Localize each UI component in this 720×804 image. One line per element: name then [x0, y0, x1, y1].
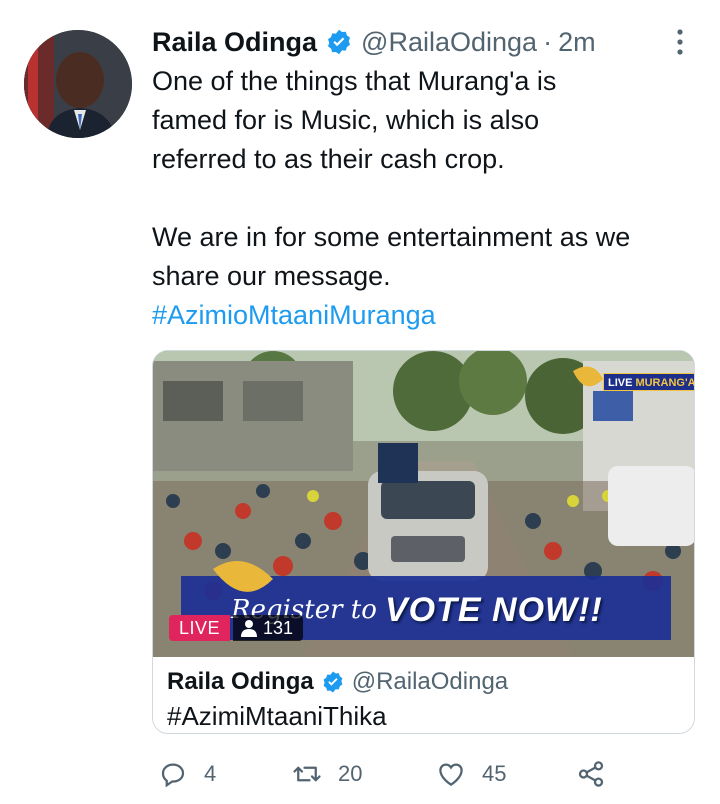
tweet-timestamp[interactable]: 2m	[558, 27, 596, 58]
retweet-button[interactable]: 20	[292, 756, 362, 792]
quoted-author-handle[interactable]: @RailaOdinga	[352, 668, 508, 696]
tweet-action-bar: 4 20 45	[152, 756, 622, 792]
author-avatar[interactable]	[24, 30, 132, 138]
retweet-icon	[293, 766, 321, 782]
tweet-header: Raila Odinga @RailaOdinga · 2m	[152, 22, 596, 62]
person-icon	[241, 620, 257, 637]
like-button[interactable]: 45	[436, 756, 506, 792]
reply-button[interactable]: 4	[158, 756, 216, 792]
live-video-thumbnail[interactable]: Register to VOTE NOW!! LIVE MURANG'A LIVE…	[153, 351, 695, 657]
tweet-text-line: share our message.	[152, 261, 391, 291]
tweet-text: One of the things that Murang'a is famed…	[152, 62, 702, 335]
reply-count: 4	[204, 761, 217, 786]
verified-badge-icon	[323, 671, 343, 693]
verified-badge-icon	[328, 29, 351, 55]
retweet-count: 20	[338, 761, 363, 786]
hashtag-link[interactable]: #AzimioMtaaniMuranga	[152, 296, 702, 335]
channel-live-tag: LIVE MURANG'A	[603, 373, 695, 391]
heart-icon	[439, 763, 463, 786]
tweet-text-line: We are in for some entertainment as we	[152, 222, 631, 252]
viewer-count: 131	[263, 618, 294, 638]
like-count: 45	[482, 761, 507, 786]
more-options-icon[interactable]	[668, 24, 692, 60]
tweet-text-line: famed for is Music, which is also	[152, 105, 540, 135]
channel-live-label: LIVE	[608, 377, 633, 389]
tweet-text-line: referred to as their cash crop.	[152, 144, 505, 174]
quoted-author-name[interactable]: Raila Odinga	[167, 668, 314, 696]
tweet-text-line: One of the things that Murang'a is	[152, 66, 557, 96]
share-button[interactable]	[576, 756, 606, 792]
reply-icon	[161, 763, 185, 788]
share-icon	[578, 761, 604, 787]
header-separator: ·	[543, 26, 553, 57]
tweet-text-line	[152, 179, 702, 218]
viewer-count-badge: 131	[233, 615, 304, 641]
author-name[interactable]: Raila Odinga	[152, 27, 317, 58]
author-handle[interactable]: @RailaOdinga	[361, 27, 537, 58]
avatar-image	[24, 30, 132, 138]
live-badge: LIVE	[169, 615, 231, 641]
quoted-tweet-header: Raila Odinga @RailaOdinga	[167, 665, 687, 699]
quoted-tweet-text: #AzimiMtaaniThika	[167, 701, 387, 731]
banner-vote-text: VOTE NOW!!	[385, 591, 603, 629]
quoted-tweet-meta: Raila Odinga @RailaOdinga #AzimiMtaaniTh…	[167, 665, 687, 733]
channel-location: MURANG'A	[635, 377, 695, 389]
quoted-tweet-card[interactable]: Register to VOTE NOW!! LIVE MURANG'A LIVE…	[152, 350, 695, 734]
